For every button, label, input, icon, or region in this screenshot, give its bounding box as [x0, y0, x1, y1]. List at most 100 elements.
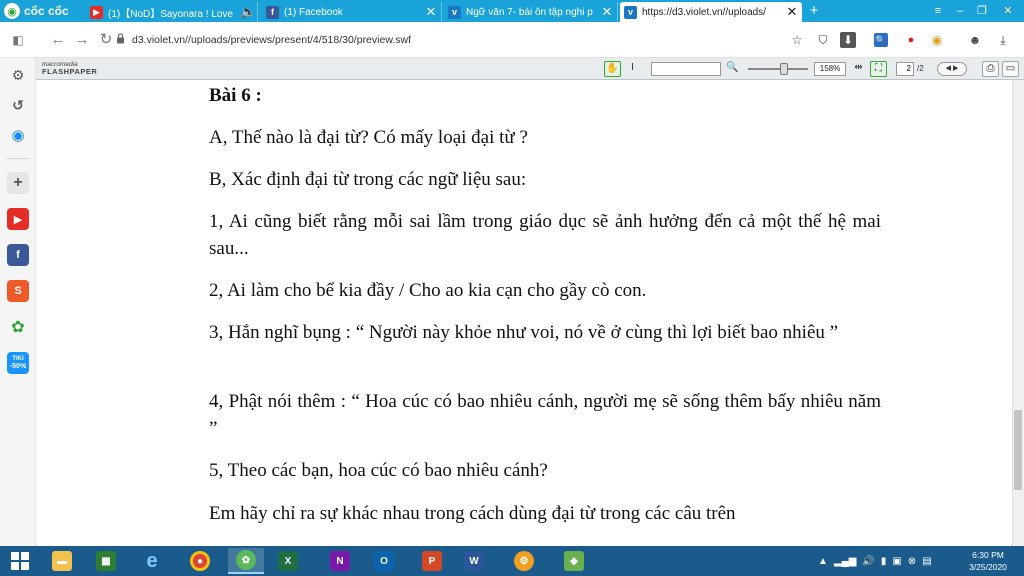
close-window-button[interactable]: ✕: [994, 0, 1022, 22]
text-select-icon[interactable]: I: [624, 61, 641, 77]
coccoc-brand[interactable]: ◉ cốc cốc: [4, 2, 69, 20]
taskbar: ▬ ▦ e ● ✿ X N O P W ⚙ ◆ ▲ ▂▄▆ 🔊 ▮ ▣ ⊗ ▤ …: [0, 546, 1024, 576]
taskbar-word[interactable]: W: [456, 548, 492, 574]
speaker-icon[interactable]: 🔈: [240, 4, 256, 20]
store-icon: ▦: [96, 551, 116, 571]
lock-icon[interactable]: [116, 33, 125, 44]
print-icon[interactable]: ⎙: [982, 61, 999, 77]
coccoc-icon[interactable]: ✿: [7, 316, 29, 338]
search-extension-icon[interactable]: 🔍: [874, 33, 888, 47]
notification-icon[interactable]: ▤: [922, 556, 931, 567]
tiki-discount: -50%: [9, 363, 27, 370]
taskbar-settings[interactable]: ⚙: [506, 548, 542, 574]
history-icon[interactable]: ↺: [7, 94, 29, 116]
avatar[interactable]: ☻: [966, 31, 984, 49]
taskbar-bluestacks[interactable]: ◆: [556, 548, 592, 574]
reload-button[interactable]: ↻: [96, 30, 116, 50]
page-nav-buttons[interactable]: ◀ ▶: [937, 62, 967, 76]
flashpaper-logo-bottom: FLASHPAPER: [42, 67, 98, 76]
taskbar-file-explorer[interactable]: ▬: [44, 548, 80, 574]
outlook-icon: O: [374, 551, 394, 571]
sidebar-divider: [6, 158, 30, 159]
taskbar-onenote[interactable]: N: [322, 548, 358, 574]
taskbar-coccoc[interactable]: ✿: [228, 548, 264, 574]
facebook-icon[interactable]: f: [7, 244, 29, 266]
tiki-icon[interactable]: TIKI -50%: [7, 352, 29, 374]
adblock-icon[interactable]: ●: [902, 31, 920, 49]
example-4: 4, Phật nói thêm : “ Hoa cúc có bao nhiê…: [209, 391, 881, 439]
tab-violet-lesson[interactable]: v Ngữ văn 7- bài ôn tập nghi p ✕: [444, 2, 618, 22]
taskbar-chrome[interactable]: ●: [182, 548, 218, 574]
new-tab-button[interactable]: +: [806, 2, 822, 20]
close-icon[interactable]: ✕: [600, 4, 614, 20]
folder-icon: ▬: [52, 551, 72, 571]
example-1: 1, Ai cũng biết rằng mỗi sai lầm trong g…: [209, 211, 881, 259]
word-icon: W: [464, 551, 484, 571]
gear-icon: ⚙: [514, 551, 534, 571]
hand-tool-icon[interactable]: ✋: [604, 61, 621, 77]
search-icon[interactable]: 🔍: [724, 61, 741, 77]
brand-label: cốc cốc: [24, 4, 69, 18]
network-icon[interactable]: ▂▄▆: [834, 556, 856, 567]
close-icon[interactable]: ✕: [785, 4, 799, 20]
taskbar-powerpoint[interactable]: P: [414, 548, 450, 574]
taskbar-store[interactable]: ▦: [88, 548, 124, 574]
flashpaper-toolbar: macromedia FLASHPAPER ✋ I 🔍 158% ⇹ ⛶ 2 /…: [36, 58, 1024, 80]
add-sidebar-item-icon[interactable]: +: [7, 172, 29, 194]
start-button[interactable]: [2, 548, 38, 574]
coccoc-logo-icon: ◉: [4, 3, 20, 19]
shopee-icon[interactable]: S: [7, 280, 29, 302]
language-icon[interactable]: ▣: [892, 556, 901, 567]
forward-button[interactable]: →: [72, 30, 92, 50]
taskbar-edge[interactable]: e: [134, 548, 170, 574]
tab-title: https://d3.violet.vn//uploads/: [642, 6, 766, 18]
bluestacks-icon: ◆: [564, 551, 584, 571]
document-viewer[interactable]: Bài 6 : A, Thế nào là đại từ? Có mấy loạ…: [36, 80, 1024, 546]
volume-icon[interactable]: 🔊: [862, 556, 874, 567]
flashpaper-logo: macromedia FLASHPAPER: [42, 61, 97, 76]
tab-title: (1) Facebook: [284, 6, 343, 18]
vertical-scrollbar[interactable]: [1012, 80, 1024, 546]
restore-button[interactable]: ❐: [968, 0, 996, 22]
tab-violet-preview[interactable]: v https://d3.violet.vn//uploads/ ✕: [620, 2, 802, 22]
download-icon[interactable]: ⤓: [994, 31, 1012, 49]
scrollbar-thumb[interactable]: [1014, 410, 1022, 490]
chrome-extension-icon[interactable]: ◉: [928, 31, 946, 49]
star-icon[interactable]: ☆: [788, 31, 806, 49]
search-input[interactable]: [651, 62, 721, 76]
page-total: /2: [917, 64, 924, 73]
edge-icon: e: [146, 549, 158, 572]
fit-width-icon[interactable]: ⇹: [850, 61, 867, 77]
zoom-slider-handle[interactable]: [780, 63, 788, 75]
shield-icon[interactable]: ⛉: [814, 31, 832, 49]
example-3: 3, Hắn nghĩ bụng : “ Người này khỏe như …: [209, 322, 839, 343]
fit-page-icon[interactable]: ⛶: [870, 61, 887, 77]
exercise-heading: Bài 6 :: [209, 85, 262, 106]
battery-icon[interactable]: ▮: [881, 556, 887, 567]
youtube-icon[interactable]: ▶: [7, 208, 29, 230]
sidebar: ⚙ ↺ ◉ + ▶ f S ✿ TIKI -50%: [0, 58, 36, 546]
options-icon[interactable]: ▭: [1002, 61, 1019, 77]
facebook-icon: f: [266, 5, 279, 19]
windows-icon: [11, 552, 29, 570]
taskbar-excel[interactable]: X: [270, 548, 306, 574]
messenger-icon[interactable]: ◉: [7, 124, 29, 146]
sidebar-toggle-icon[interactable]: ◧: [8, 30, 28, 50]
security-icon[interactable]: ⊗: [908, 556, 916, 567]
page-number-input[interactable]: 2: [896, 62, 914, 76]
clock[interactable]: 6:30 PM 3/25/2020: [960, 549, 1016, 573]
back-button[interactable]: ←: [48, 30, 68, 50]
url-field[interactable]: d3.violet.vn//uploads/previews/present/4…: [132, 31, 411, 49]
zoom-field[interactable]: 158%: [814, 62, 846, 76]
download-page-icon[interactable]: ⬇: [840, 32, 856, 48]
chevron-up-icon[interactable]: ▲: [818, 556, 828, 567]
settings-icon[interactable]: ⚙: [7, 64, 29, 86]
tab-facebook[interactable]: f (1) Facebook ✕: [262, 2, 442, 22]
tab-youtube[interactable]: ▶ (1)【NoD】Sayonara ! Love 🔈: [86, 2, 258, 22]
taskbar-outlook[interactable]: O: [366, 548, 402, 574]
example-2: 2, Ai làm cho bể kia đầy / Cho ao kia cạ…: [209, 280, 647, 301]
excel-icon: X: [278, 551, 298, 571]
zoom-slider[interactable]: [748, 68, 808, 70]
close-icon[interactable]: ✕: [424, 4, 438, 20]
clock-time: 6:30 PM: [972, 550, 1004, 560]
